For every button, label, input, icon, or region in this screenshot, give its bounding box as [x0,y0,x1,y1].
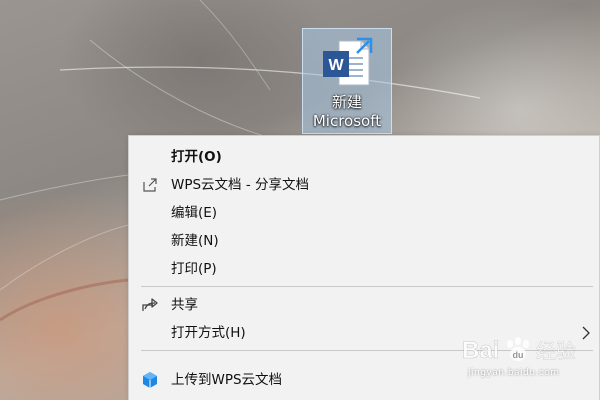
paw-icon: du [507,337,529,361]
menu-item-upload-wps-label: 上传到WPS云文档 [171,372,283,388]
menu-item-wps-share[interactable]: WPS云文档 - 分享文档 [129,171,599,199]
word-document-icon: W [323,37,373,86]
menu-item-print[interactable]: 打印(P) [129,255,599,283]
menu-separator [141,286,593,287]
menu-item-new-label: 新建(N) [171,233,219,249]
menu-item-open-label: 打开(O) [171,149,222,165]
file-label-line1: 新建 [331,93,362,111]
watermark-url: jingyan.baidu.com [468,368,560,378]
share-icon [142,298,158,311]
menu-item-print-label: 打印(P) [171,261,217,277]
menu-item-share-label: 共享 [171,297,198,313]
desktop-file-label: 新建 Microsoft [303,93,391,131]
menu-item-open[interactable]: 打开(O) [129,143,599,171]
menu-item-open-with-label: 打开方式(H) [171,325,246,341]
watermark-brand-suffix: 经验 [536,339,576,363]
menu-item-edit-label: 编辑(E) [171,205,218,221]
wps-cloud-icon [143,372,157,388]
svg-text:du: du [513,350,524,360]
menu-item-new[interactable]: 新建(N) [129,227,599,255]
menu-item-wps-share-label: WPS云文档 - 分享文档 [171,177,310,193]
desktop-file-icon[interactable]: W 新建 Microsoft [302,28,392,134]
desktop: W 新建 Microsoft 打开(O) WPS云文档 - 分享文档 编辑(E)… [0,0,600,400]
menu-item-share[interactable]: 共享 [129,291,599,319]
share-out-icon [143,178,157,192]
baidu-jingyan-watermark: Bai du 经验 jingyan.baidu.com [462,330,592,386]
svg-text:W: W [328,57,344,74]
watermark-brand: Bai [462,337,499,364]
file-label-line2: Microsoft [312,112,382,130]
menu-item-edit[interactable]: 编辑(E) [129,199,599,227]
baidu-paw-logo: Bai du 经验 [462,337,576,365]
